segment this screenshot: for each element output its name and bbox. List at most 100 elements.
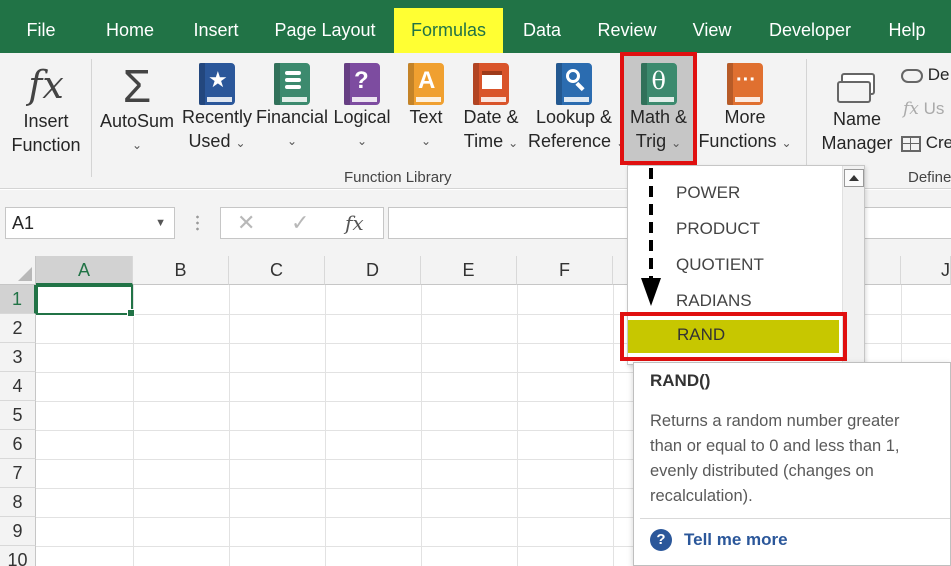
tab-review[interactable]: Review — [593, 8, 661, 53]
logical-icon: ? — [344, 63, 380, 105]
function-item-radians[interactable]: RADIANS — [676, 291, 752, 311]
insert-function-label-2: Function — [11, 135, 81, 155]
column-header-b[interactable]: B — [133, 256, 229, 285]
tab-home[interactable]: Home — [98, 8, 162, 53]
menu-bar: File Home Insert Page Layout Formulas Da… — [0, 0, 951, 53]
ribbon-separator — [91, 59, 92, 177]
recently-used-button[interactable]: ★ Recently Used ⌄ — [180, 53, 254, 155]
tab-formulas[interactable]: Formulas — [394, 8, 503, 53]
more-functions-label-1: More — [724, 107, 766, 127]
tab-help[interactable]: Help — [884, 8, 930, 53]
financial-icon — [274, 63, 310, 105]
row-header-7[interactable]: 7 — [0, 459, 36, 488]
tab-insert[interactable]: Insert — [185, 8, 247, 53]
define-name-label: De — [927, 65, 950, 84]
tell-me-more-link[interactable]: Tell me more — [684, 530, 788, 550]
cancel-icon[interactable]: ✕ — [237, 208, 255, 238]
logical-button[interactable]: ? Logical ⌄ — [330, 53, 394, 153]
column-header-j[interactable]: J — [901, 256, 951, 285]
financial-label: Financial — [256, 107, 329, 127]
tag-icon — [901, 68, 923, 83]
name-manager-icon — [835, 63, 879, 107]
autosum-label: AutoSum — [99, 111, 175, 131]
logical-label: Logical — [333, 107, 391, 127]
calendar-icon — [473, 63, 509, 105]
date-time-label-1: Date & — [463, 107, 519, 127]
scroll-up-icon[interactable] — [844, 169, 864, 187]
name-manager-label-1: Name — [832, 109, 881, 129]
chevron-down-icon: ⌄ — [420, 134, 432, 148]
tab-view[interactable]: View — [688, 8, 736, 53]
grid-icon — [901, 135, 921, 152]
lookup-reference-label-1: Lookup & — [535, 107, 613, 127]
chevron-down-icon[interactable]: ▼ — [155, 208, 166, 238]
select-all-button[interactable] — [0, 256, 36, 285]
row-header-2[interactable]: 2 — [0, 314, 36, 343]
rand-highlight — [628, 320, 839, 353]
column-header-a[interactable]: A — [36, 256, 133, 285]
recently-used-icon: ★ — [199, 63, 235, 105]
chevron-down-icon: ⌄ — [286, 134, 298, 148]
row-header-5[interactable]: 5 — [0, 401, 36, 430]
formula-buttons: ✕ ✓ fx — [220, 207, 384, 239]
function-item-rand[interactable]: RAND — [620, 312, 847, 361]
row-header-10[interactable]: 10 — [0, 546, 36, 566]
row-header-9[interactable]: 9 — [0, 517, 36, 546]
text-icon: A — [408, 63, 444, 105]
autosum-button[interactable]: Σ AutoSum ⌄ — [97, 53, 177, 157]
insert-function-button[interactable]: fx Insert Function — [6, 53, 86, 157]
formula-bar-grip-icon[interactable] — [196, 214, 199, 232]
row-header-6[interactable]: 6 — [0, 430, 36, 459]
function-item-rand-label: RAND — [677, 325, 726, 344]
row-header-3[interactable]: 3 — [0, 343, 36, 372]
text-button[interactable]: A Text ⌄ — [398, 53, 454, 153]
sigma-icon: Σ — [122, 60, 152, 112]
function-tooltip: RAND() Returns a random number greater t… — [633, 362, 951, 566]
tab-developer[interactable]: Developer — [762, 8, 858, 53]
function-item-product[interactable]: PRODUCT — [676, 219, 760, 239]
name-box-value: A1 — [12, 213, 35, 233]
enter-icon[interactable]: ✓ — [291, 208, 309, 238]
lookup-reference-label-2: Reference ⌄ — [528, 131, 627, 151]
fx-icon: fx — [903, 99, 919, 119]
function-item-power[interactable]: POWER — [676, 183, 740, 203]
name-box[interactable]: A1 ▼ — [5, 207, 175, 239]
tooltip-divider — [640, 518, 950, 519]
row-header-8[interactable]: 8 — [0, 488, 36, 517]
date-time-button[interactable]: Date & Time ⌄ — [456, 53, 526, 155]
row-header-4[interactable]: 4 — [0, 372, 36, 401]
more-functions-button[interactable]: ··· More Functions ⌄ — [698, 53, 792, 155]
use-in-formula-button[interactable]: fx Us — [903, 99, 944, 119]
row-header-1[interactable]: 1 — [0, 285, 36, 314]
tab-file[interactable]: File — [14, 8, 68, 53]
column-header-c[interactable]: C — [229, 256, 325, 285]
column-header-d[interactable]: D — [325, 256, 421, 285]
name-manager-label-2: Manager — [821, 133, 893, 153]
tab-page-layout[interactable]: Page Layout — [270, 8, 380, 53]
ribbon-separator — [806, 59, 807, 177]
chevron-down-icon: ⌄ — [356, 134, 368, 148]
group-label-defined-names: Define — [908, 169, 951, 186]
group-label-function-library: Function Library — [344, 169, 452, 186]
column-header-f[interactable]: F — [517, 256, 613, 285]
column-header-e[interactable]: E — [421, 256, 517, 285]
recently-used-label-1: Recently — [181, 107, 253, 127]
insert-function-label-1: Insert — [23, 111, 69, 131]
insert-function-icon: fx — [28, 63, 64, 107]
lookup-reference-button[interactable]: Lookup & Reference ⌄ — [528, 53, 627, 155]
define-name-button[interactable]: De — [901, 65, 949, 85]
help-icon[interactable]: ? — [650, 529, 672, 551]
name-manager-button[interactable]: Name Manager — [818, 53, 896, 155]
text-label: Text — [409, 107, 443, 127]
tab-data[interactable]: Data — [516, 8, 568, 53]
financial-button[interactable]: Financial ⌄ — [256, 53, 328, 153]
function-item-quotient[interactable]: QUOTIENT — [676, 255, 764, 275]
active-cell-a1[interactable] — [36, 285, 135, 317]
insert-function-icon[interactable]: fx — [345, 208, 364, 238]
create-from-selection-button[interactable]: Cre — [901, 133, 951, 153]
tooltip-description: Returns a random number greater than or … — [650, 412, 900, 505]
math-trig-highlight-box — [620, 52, 697, 165]
chevron-down-icon: ⌄ — [131, 138, 143, 152]
more-functions-label-2: Functions ⌄ — [698, 131, 792, 151]
create-from-selection-label: Cre — [925, 133, 951, 152]
